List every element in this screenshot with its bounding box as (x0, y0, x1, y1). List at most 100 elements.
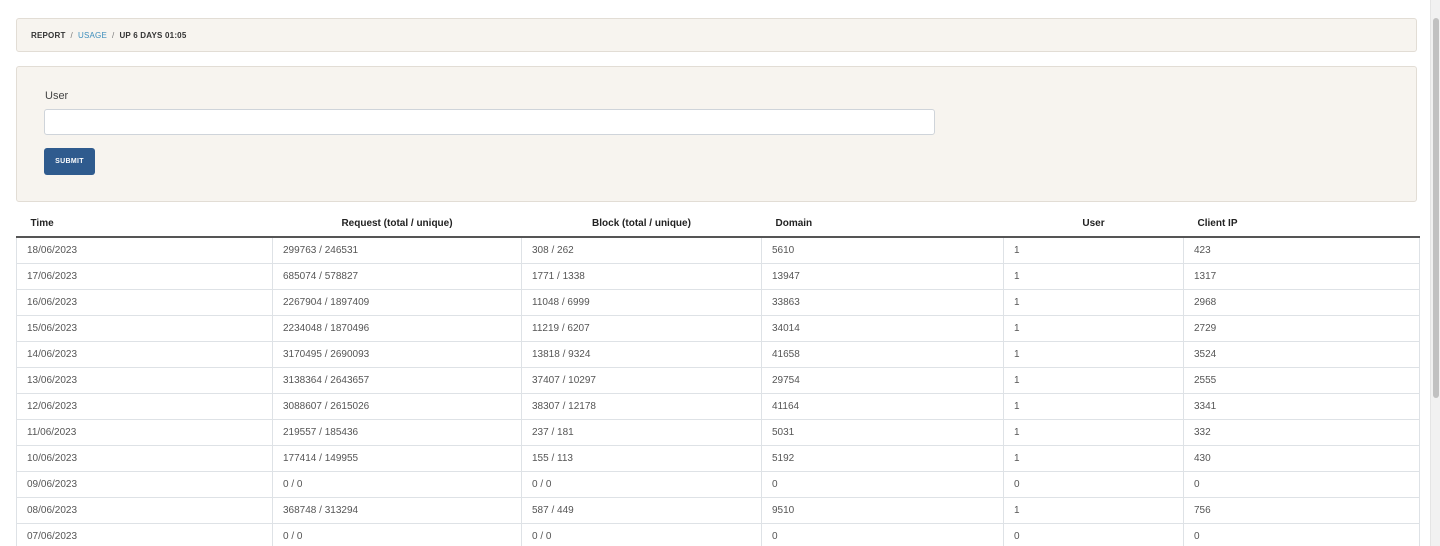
cell-user: 1 (1003, 289, 1184, 316)
cell-user: 1 (1003, 419, 1184, 446)
cell-domain: 0 (761, 523, 1004, 546)
cell-client-ip: 756 (1183, 497, 1420, 524)
cell-block: 37407 / 10297 (521, 367, 762, 394)
table-row: 14/06/2023 3170495 / 2690093 13818 / 932… (16, 341, 1420, 368)
cell-domain: 41658 (761, 341, 1004, 368)
cell-client-ip: 2968 (1183, 289, 1420, 316)
usage-table: Time Request (total / unique) Block (tot… (16, 210, 1420, 546)
cell-request: 368748 / 313294 (272, 497, 522, 524)
page-scrollbar[interactable] (1430, 0, 1440, 546)
cell-request: 0 / 0 (272, 523, 522, 546)
cell-request: 219557 / 185436 (272, 419, 522, 446)
cell-client-ip: 1317 (1183, 263, 1420, 290)
cell-domain: 29754 (761, 367, 1004, 394)
cell-domain: 0 (761, 471, 1004, 498)
cell-time: 09/06/2023 (16, 471, 273, 498)
cell-client-ip: 430 (1183, 445, 1420, 472)
table-row: 08/06/2023 368748 / 313294 587 / 449 951… (16, 497, 1420, 524)
cell-client-ip: 332 (1183, 419, 1420, 446)
column-header-time: Time (16, 210, 273, 238)
cell-request: 3138364 / 2643657 (272, 367, 522, 394)
cell-block: 11048 / 6999 (521, 289, 762, 316)
column-header-request: Request (total / unique) (272, 210, 522, 238)
cell-domain: 34014 (761, 315, 1004, 342)
cell-user: 1 (1003, 236, 1184, 264)
cell-time: 11/06/2023 (16, 419, 273, 446)
cell-request: 177414 / 149955 (272, 445, 522, 472)
cell-time: 17/06/2023 (16, 263, 273, 290)
table-row: 12/06/2023 3088607 / 2615026 38307 / 121… (16, 393, 1420, 420)
cell-domain: 41164 (761, 393, 1004, 420)
cell-request: 299763 / 246531 (272, 236, 522, 264)
breadcrumb-uptime: UP 6 DAYS 01:05 (119, 31, 187, 40)
page: REPORT / USAGE / UP 6 DAYS 01:05 User SUBMIT… (0, 0, 1440, 546)
cell-user: 1 (1003, 393, 1184, 420)
cell-request: 685074 / 578827 (272, 263, 522, 290)
breadcrumb-separator: / (70, 31, 73, 40)
table-body: 18/06/2023 299763 / 246531 308 / 262 561… (16, 236, 1420, 546)
cell-request: 3170495 / 2690093 (272, 341, 522, 368)
cell-user: 0 (1003, 523, 1184, 546)
cell-block: 13818 / 9324 (521, 341, 762, 368)
cell-user: 1 (1003, 445, 1184, 472)
cell-block: 155 / 113 (521, 445, 762, 472)
cell-client-ip: 0 (1183, 471, 1420, 498)
table-row: 18/06/2023 299763 / 246531 308 / 262 561… (16, 236, 1420, 264)
column-header-user: User (1003, 210, 1184, 238)
table-row: 10/06/2023 177414 / 149955 155 / 113 519… (16, 445, 1420, 472)
cell-block: 0 / 0 (521, 471, 762, 498)
table-row: 09/06/2023 0 / 0 0 / 0 0 0 0 (16, 471, 1420, 498)
cell-client-ip: 3524 (1183, 341, 1420, 368)
cell-request: 0 / 0 (272, 471, 522, 498)
cell-time: 15/06/2023 (16, 315, 273, 342)
table-row: 16/06/2023 2267904 / 1897409 11048 / 699… (16, 289, 1420, 316)
table-header-row: Time Request (total / unique) Block (tot… (16, 210, 1420, 238)
scrollbar-thumb[interactable] (1433, 18, 1439, 398)
cell-domain: 5192 (761, 445, 1004, 472)
cell-request: 2267904 / 1897409 (272, 289, 522, 316)
cell-client-ip: 2555 (1183, 367, 1420, 394)
cell-time: 10/06/2023 (16, 445, 273, 472)
cell-user: 1 (1003, 367, 1184, 394)
column-header-client-ip: Client IP (1183, 210, 1420, 238)
column-header-block: Block (total / unique) (521, 210, 762, 238)
column-header-domain: Domain (761, 210, 1004, 238)
cell-user: 1 (1003, 497, 1184, 524)
cell-block: 308 / 262 (521, 236, 762, 264)
cell-time: 12/06/2023 (16, 393, 273, 420)
cell-client-ip: 3341 (1183, 393, 1420, 420)
user-filter-form: User SUBMIT (16, 66, 1417, 202)
breadcrumb-usage[interactable]: USAGE (78, 31, 107, 40)
breadcrumb-report[interactable]: REPORT (31, 31, 66, 40)
cell-domain: 9510 (761, 497, 1004, 524)
table-row: 11/06/2023 219557 / 185436 237 / 181 503… (16, 419, 1420, 446)
cell-user: 1 (1003, 315, 1184, 342)
cell-user: 0 (1003, 471, 1184, 498)
user-field-label: User (45, 90, 69, 102)
cell-request: 3088607 / 2615026 (272, 393, 522, 420)
table-row: 07/06/2023 0 / 0 0 / 0 0 0 0 (16, 523, 1420, 546)
cell-client-ip: 0 (1183, 523, 1420, 546)
cell-user: 1 (1003, 263, 1184, 290)
submit-button[interactable]: SUBMIT (44, 148, 95, 175)
user-input[interactable] (44, 109, 935, 135)
cell-time: 16/06/2023 (16, 289, 273, 316)
cell-client-ip: 423 (1183, 236, 1420, 264)
cell-domain: 5031 (761, 419, 1004, 446)
cell-domain: 13947 (761, 263, 1004, 290)
cell-time: 14/06/2023 (16, 341, 273, 368)
cell-request: 2234048 / 1870496 (272, 315, 522, 342)
cell-block: 1771 / 1338 (521, 263, 762, 290)
table-row: 13/06/2023 3138364 / 2643657 37407 / 102… (16, 367, 1420, 394)
cell-block: 0 / 0 (521, 523, 762, 546)
cell-time: 13/06/2023 (16, 367, 273, 394)
cell-domain: 33863 (761, 289, 1004, 316)
cell-client-ip: 2729 (1183, 315, 1420, 342)
cell-time: 18/06/2023 (16, 236, 273, 264)
cell-domain: 5610 (761, 236, 1004, 264)
breadcrumb-separator: / (112, 31, 115, 40)
table-row: 15/06/2023 2234048 / 1870496 11219 / 620… (16, 315, 1420, 342)
cell-block: 587 / 449 (521, 497, 762, 524)
cell-block: 38307 / 12178 (521, 393, 762, 420)
cell-time: 08/06/2023 (16, 497, 273, 524)
